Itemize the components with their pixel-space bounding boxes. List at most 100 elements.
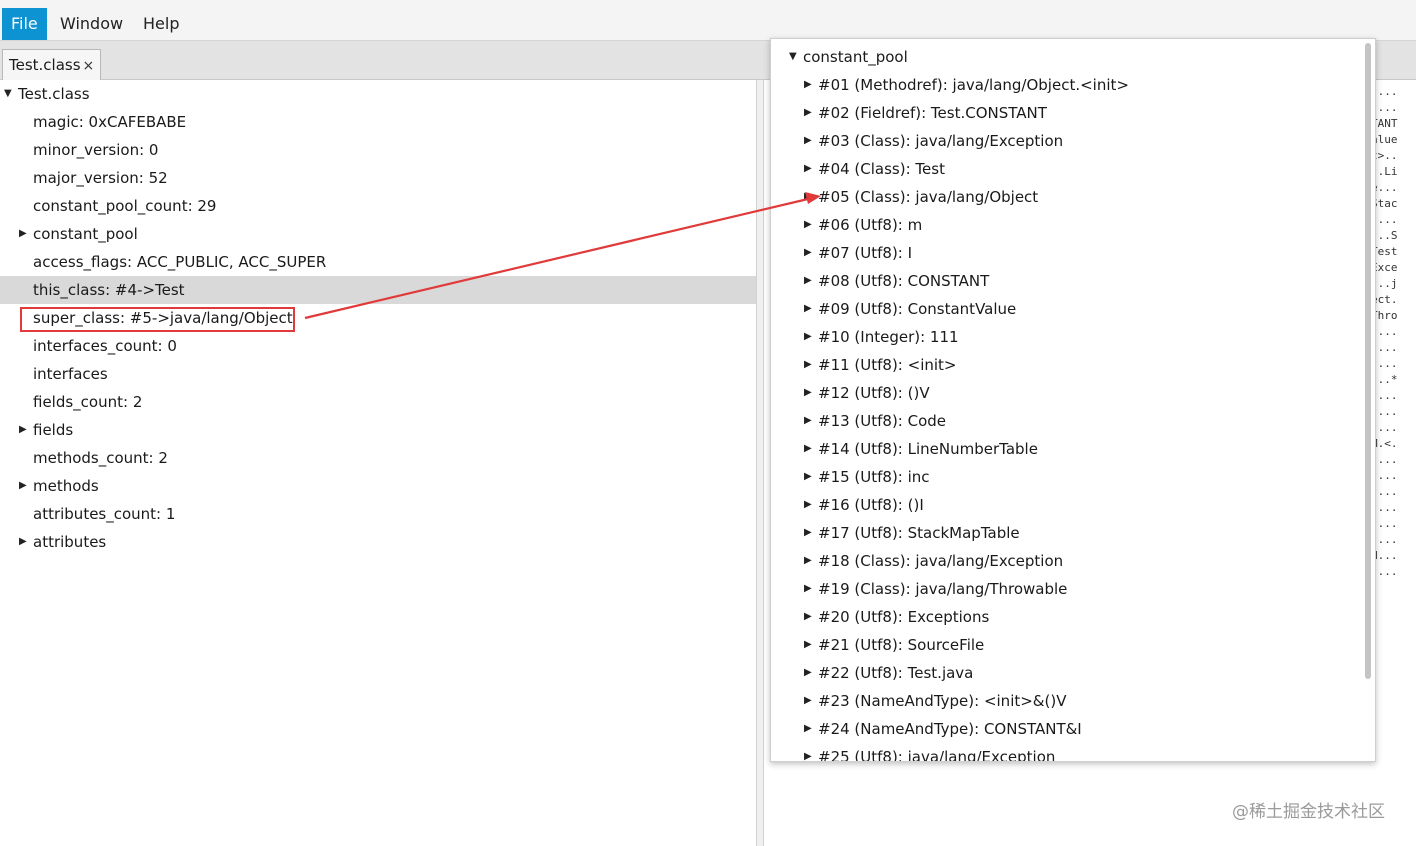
- expand-right-icon[interactable]: ▶: [804, 463, 812, 491]
- constant-pool-entry[interactable]: ▶ #19 (Class): java/lang/Throwable: [771, 575, 1361, 603]
- constant-pool-entry[interactable]: ▶ #17 (Utf8): StackMapTable: [771, 519, 1361, 547]
- expand-right-icon[interactable]: ▶: [804, 407, 812, 435]
- constant-pool-entry-label: #06 (Utf8): m: [818, 216, 923, 234]
- expand-right-icon[interactable]: ▶: [804, 127, 812, 155]
- tree-item-access-flags[interactable]: access_flags: ACC_PUBLIC, ACC_SUPER: [0, 248, 756, 276]
- constant-pool-entry[interactable]: ▶ #06 (Utf8): m: [771, 211, 1361, 239]
- split-pane-divider[interactable]: [756, 80, 764, 846]
- expand-right-icon[interactable]: ▶: [804, 687, 812, 715]
- constant-pool-entry[interactable]: ▶ #25 (Utf8): java/lang/Exception: [771, 743, 1361, 761]
- constant-pool-entry-label: #19 (Class): java/lang/Throwable: [818, 580, 1068, 598]
- constant-pool-entry[interactable]: ▶ #23 (NameAndType): <init>&()V: [771, 687, 1361, 715]
- expand-right-icon[interactable]: ▶: [804, 211, 812, 239]
- constant-pool-entry[interactable]: ▶ #12 (Utf8): ()V: [771, 379, 1361, 407]
- menu-help[interactable]: Help: [134, 8, 188, 40]
- constant-pool-root[interactable]: ▼ constant_pool: [771, 43, 1361, 71]
- constant-pool-entry[interactable]: ▶ #13 (Utf8): Code: [771, 407, 1361, 435]
- close-icon[interactable]: ×: [83, 58, 95, 74]
- tree-item-label: attributes_count: 1: [33, 505, 176, 523]
- constant-pool-entry[interactable]: ▶ #05 (Class): java/lang/Object: [771, 183, 1361, 211]
- tree-item-label: interfaces_count: 0: [33, 337, 177, 355]
- title-strip: [0, 0, 1416, 8]
- constant-pool-entry[interactable]: ▶ #20 (Utf8): Exceptions: [771, 603, 1361, 631]
- tree-item-label: attributes: [33, 533, 107, 551]
- constant-pool-entry[interactable]: ▶ #15 (Utf8): inc: [771, 463, 1361, 491]
- menu-window[interactable]: Window: [51, 8, 132, 40]
- tree-item-methods[interactable]: ▶ methods: [0, 472, 756, 500]
- menu-file[interactable]: File: [2, 8, 47, 40]
- expand-right-icon[interactable]: ▶: [804, 295, 812, 323]
- constant-pool-tree: ▼ constant_pool ▶ #01 (Methodref): java/l…: [771, 39, 1361, 761]
- tab-test-class[interactable]: Test.class ×: [2, 49, 102, 80]
- tree-item-constant-pool[interactable]: ▶ constant_pool: [0, 220, 756, 248]
- tree-item-this-class[interactable]: this_class: #4->Test: [0, 276, 756, 304]
- tree-item-attributes[interactable]: ▶ attributes: [0, 528, 756, 556]
- expand-right-icon[interactable]: ▶: [804, 575, 812, 603]
- expand-right-icon[interactable]: ▶: [804, 239, 812, 267]
- constant-pool-entry[interactable]: ▶ #21 (Utf8): SourceFile: [771, 631, 1361, 659]
- class-structure-tree: ▼ Test.class magic: 0xCAFEBABE minor_ver…: [0, 80, 756, 846]
- constant-pool-entry-label: #22 (Utf8): Test.java: [818, 664, 974, 682]
- expand-right-icon[interactable]: ▶: [804, 547, 812, 575]
- constant-pool-entry[interactable]: ▶ #11 (Utf8): <init>: [771, 351, 1361, 379]
- expand-right-icon[interactable]: ▶: [804, 99, 812, 127]
- constant-pool-entry[interactable]: ▶ #01 (Methodref): java/lang/Object.<init…: [771, 71, 1361, 99]
- expand-right-icon[interactable]: ▶: [19, 472, 27, 500]
- expand-right-icon[interactable]: ▶: [804, 631, 812, 659]
- constant-pool-entry-label: #01 (Methodref): java/lang/Object.<init>: [818, 76, 1129, 94]
- expand-right-icon[interactable]: ▶: [19, 416, 27, 444]
- tree-item-fields[interactable]: ▶ fields: [0, 416, 756, 444]
- expand-right-icon[interactable]: ▶: [804, 183, 812, 211]
- popup-scrollbar[interactable]: [1363, 41, 1373, 759]
- tree-item-major-version[interactable]: major_version: 52: [0, 164, 756, 192]
- expand-right-icon[interactable]: ▶: [804, 715, 812, 743]
- tree-item-minor-version[interactable]: minor_version: 0: [0, 136, 756, 164]
- constant-pool-entry[interactable]: ▶ #03 (Class): java/lang/Exception: [771, 127, 1361, 155]
- expand-right-icon[interactable]: ▶: [804, 267, 812, 295]
- constant-pool-entry[interactable]: ▶ #10 (Integer): 111: [771, 323, 1361, 351]
- expand-right-icon[interactable]: ▶: [19, 528, 27, 556]
- expand-right-icon[interactable]: ▶: [804, 71, 812, 99]
- tree-item-label: constant_pool_count: 29: [33, 197, 217, 215]
- expand-right-icon[interactable]: ▶: [804, 603, 812, 631]
- expand-right-icon[interactable]: ▶: [804, 323, 812, 351]
- constant-pool-entry[interactable]: ▶ #09 (Utf8): ConstantValue: [771, 295, 1361, 323]
- expand-right-icon[interactable]: ▶: [804, 659, 812, 687]
- constant-pool-entry[interactable]: ▶ #18 (Class): java/lang/Exception: [771, 547, 1361, 575]
- constant-pool-entry-label: #14 (Utf8): LineNumberTable: [818, 440, 1038, 458]
- expand-right-icon[interactable]: ▶: [804, 155, 812, 183]
- constant-pool-entry-label: #07 (Utf8): I: [818, 244, 913, 262]
- constant-pool-entry[interactable]: ▶ #16 (Utf8): ()I: [771, 491, 1361, 519]
- expand-right-icon[interactable]: ▶: [804, 379, 812, 407]
- tree-item-interfaces[interactable]: interfaces: [0, 360, 756, 388]
- tree-root[interactable]: ▼ Test.class: [0, 80, 756, 108]
- expand-right-icon[interactable]: ▶: [804, 351, 812, 379]
- expand-right-icon[interactable]: ▶: [804, 435, 812, 463]
- constant-pool-entry[interactable]: ▶ #02 (Fieldref): Test.CONSTANT: [771, 99, 1361, 127]
- tree-item-constant-pool-count[interactable]: constant_pool_count: 29: [0, 192, 756, 220]
- tree-item-attributes-count[interactable]: attributes_count: 1: [0, 500, 756, 528]
- tree-item-methods-count[interactable]: methods_count: 2: [0, 444, 756, 472]
- constant-pool-entry[interactable]: ▶ #22 (Utf8): Test.java: [771, 659, 1361, 687]
- constant-pool-entry[interactable]: ▶ #08 (Utf8): CONSTANT: [771, 267, 1361, 295]
- tree-item-interfaces-count[interactable]: interfaces_count: 0: [0, 332, 756, 360]
- constant-pool-entry-label: #09 (Utf8): ConstantValue: [818, 300, 1017, 318]
- constant-pool-popup: ▼ constant_pool ▶ #01 (Methodref): java/l…: [770, 38, 1376, 762]
- expand-right-icon[interactable]: ▶: [804, 743, 812, 761]
- expand-right-icon[interactable]: ▶: [804, 491, 812, 519]
- expand-down-icon[interactable]: ▼: [789, 43, 797, 71]
- constant-pool-entry[interactable]: ▶ #24 (NameAndType): CONSTANT&I: [771, 715, 1361, 743]
- expand-down-icon[interactable]: ▼: [4, 80, 12, 108]
- constant-pool-entry-label: #23 (NameAndType): <init>&()V: [818, 692, 1067, 710]
- tree-item-fields-count[interactable]: fields_count: 2: [0, 388, 756, 416]
- constant-pool-entry[interactable]: ▶ #14 (Utf8): LineNumberTable: [771, 435, 1361, 463]
- class-viewer-window: File Window Help Test.class × ▼ Test.clas…: [0, 0, 1416, 846]
- tree-item-magic[interactable]: magic: 0xCAFEBABE: [0, 108, 756, 136]
- scrollbar-thumb[interactable]: [1365, 43, 1371, 679]
- expand-right-icon[interactable]: ▶: [804, 519, 812, 547]
- menu-bar: File Window Help: [0, 8, 1416, 41]
- constant-pool-entry[interactable]: ▶ #07 (Utf8): I: [771, 239, 1361, 267]
- expand-right-icon[interactable]: ▶: [19, 220, 27, 248]
- tree-item-label: minor_version: 0: [33, 141, 159, 159]
- constant-pool-entry[interactable]: ▶ #04 (Class): Test: [771, 155, 1361, 183]
